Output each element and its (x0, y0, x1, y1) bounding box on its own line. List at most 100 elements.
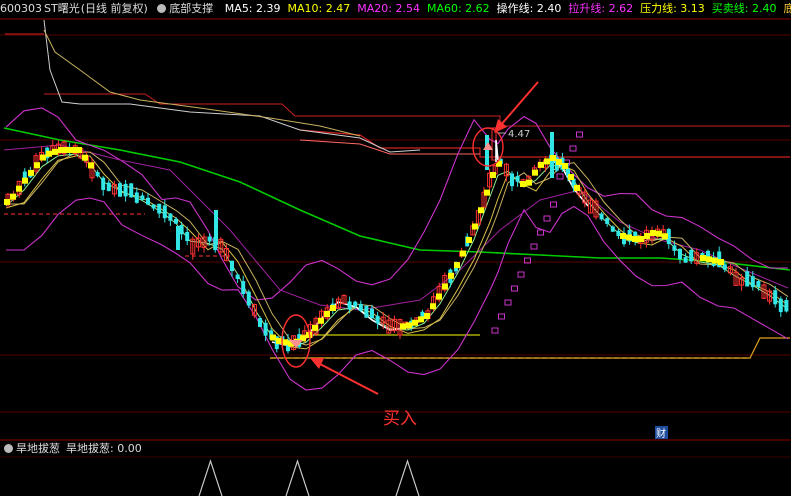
peak-arrow-icon (499, 81, 539, 127)
signal-block (88, 162, 94, 169)
lift-line-marker (576, 131, 583, 138)
signal-block (490, 172, 496, 178)
candle-down (510, 173, 514, 187)
signal-block (662, 233, 668, 240)
indicator-spike (395, 459, 420, 496)
candle-down (235, 274, 240, 280)
candle-down (358, 303, 363, 311)
signal-block (16, 185, 22, 192)
candle-down (151, 204, 156, 209)
signal-block (626, 234, 632, 241)
signal-block (82, 154, 88, 161)
signal-block (28, 169, 34, 176)
candle-down (370, 308, 374, 319)
signal-block (46, 150, 52, 157)
signal-block (644, 233, 650, 239)
candle-down (101, 177, 106, 190)
candle-down (162, 205, 167, 219)
candle-down (722, 264, 727, 270)
candle-down (214, 210, 218, 245)
lift-line-marker (543, 215, 551, 222)
signal-block (330, 305, 336, 311)
signal-block (454, 262, 460, 269)
candle-down (778, 298, 783, 313)
candle-down (599, 213, 604, 220)
signal-block (550, 155, 556, 161)
signal-block (712, 257, 718, 264)
candle-down (140, 195, 145, 201)
long-ma-line (43, 29, 361, 137)
signal-block (556, 159, 562, 165)
lift-line-marker (537, 229, 544, 236)
signal-block (466, 237, 472, 243)
signal-block (706, 256, 712, 263)
indicator-spike (198, 459, 223, 496)
lift-line-marker (498, 313, 505, 320)
candle-down (95, 171, 100, 177)
indicator-readout: 旱地拔葱: 0.00 (66, 442, 142, 455)
ma60-line (3, 127, 791, 271)
candle-down (129, 183, 134, 198)
signal-block (76, 147, 82, 153)
signal-block (544, 158, 550, 165)
indicator-spike (285, 459, 310, 496)
candle-down (179, 225, 184, 235)
candle-down (750, 276, 755, 288)
signal-block (282, 339, 288, 346)
candle-down (118, 183, 122, 197)
candle-down (258, 318, 262, 327)
signal-block (650, 230, 656, 236)
peak-price-label: 4.47 (508, 129, 530, 140)
signal-block (538, 161, 544, 168)
candle-down (678, 248, 682, 260)
buy-arrow-head-icon (310, 358, 324, 369)
signal-block (656, 230, 662, 237)
lift-line-marker (491, 327, 499, 334)
signal-block (312, 324, 318, 331)
lift-line-marker (511, 285, 518, 292)
kline-chart[interactable]: 4.47 买入财 (0, 0, 791, 496)
signal-block (22, 177, 28, 184)
indicator-title[interactable]: 旱地拔葱 (16, 442, 60, 455)
signal-block (52, 148, 58, 155)
cai-badge[interactable]: 财 (656, 427, 666, 440)
candle-down (157, 203, 162, 214)
signal-block (520, 181, 526, 187)
signal-block (718, 259, 724, 265)
lower-band-line (6, 197, 789, 391)
lift-line-marker (569, 145, 577, 152)
candle-down (230, 260, 234, 272)
grid-lines (0, 34, 791, 413)
lift-line-marker (550, 201, 557, 208)
ma5-line (5, 153, 789, 348)
upper-band-line (5, 107, 788, 301)
signal-block (532, 169, 538, 176)
candle-down (375, 315, 380, 324)
candle-down (784, 299, 789, 312)
signal-block (10, 193, 16, 200)
buy-label: 买入 (383, 409, 417, 429)
signal-block (638, 236, 644, 242)
candle-down (515, 176, 520, 182)
lift-line-marker (517, 271, 525, 278)
candle-down (185, 231, 190, 242)
signal-block (436, 293, 442, 300)
candle-down (773, 290, 778, 305)
candle-down (485, 135, 489, 170)
lift-line-marker (556, 173, 564, 180)
indicator-gear-icon[interactable] (4, 444, 13, 453)
candle-down (683, 257, 688, 263)
indicator-header: 旱地拔葱 旱地拔葱: 0.00 (0, 441, 791, 457)
signal-block (484, 189, 490, 196)
signal-block (270, 334, 276, 341)
signal-block (4, 199, 10, 205)
resistance-line (44, 93, 790, 127)
candle-down (176, 226, 180, 250)
signal-block (700, 255, 706, 261)
signal-block (406, 322, 412, 329)
candle-down (146, 197, 150, 205)
signal-block (526, 179, 532, 186)
candle-down (745, 271, 750, 287)
candle-down (605, 218, 610, 224)
ma10-line (6, 151, 789, 346)
